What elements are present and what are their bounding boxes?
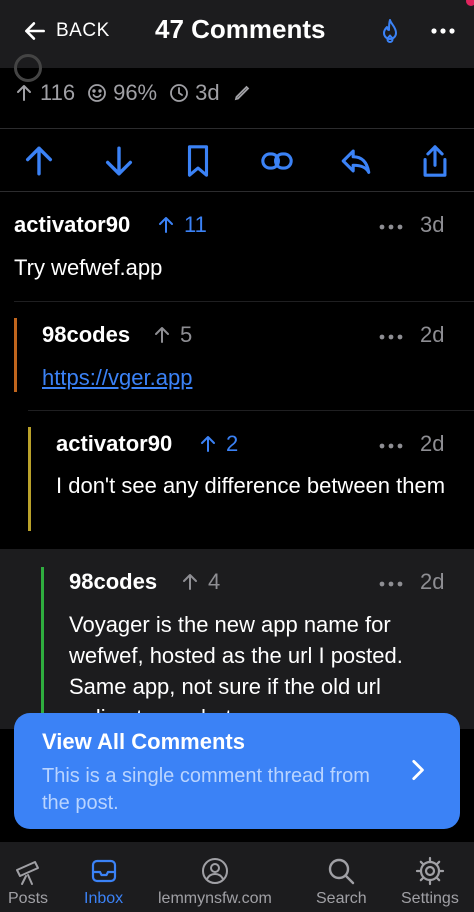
more-options-icon[interactable] <box>430 22 456 40</box>
clock-icon <box>170 84 189 102</box>
tab-profile[interactable]: lemmynsfw.com <box>158 856 272 908</box>
comment-score-value: 5 <box>180 322 193 347</box>
comment-score: 2 <box>198 431 238 457</box>
reply-icon <box>341 149 371 174</box>
comment-score-value: 2 <box>226 431 239 456</box>
post-age: 3d <box>195 80 220 105</box>
cta-title: View All Comments <box>42 729 245 754</box>
comment-score-value: 11 <box>184 212 207 237</box>
thread-depth-bar <box>41 567 44 729</box>
tab-settings[interactable]: Settings <box>401 856 459 908</box>
comment-item[interactable]: activator90 11 3d Try wefwef.app <box>0 192 474 302</box>
tab-label: Search <box>316 890 367 907</box>
comment-age: 2d <box>420 569 445 594</box>
arrow-up-icon <box>25 146 53 176</box>
comment-more-icon[interactable] <box>378 332 404 342</box>
notification-dot <box>466 0 474 6</box>
comment-item-highlighted[interactable]: 98codes 4 2d Voyager is the new app name… <box>0 549 474 729</box>
post-score: 116 <box>40 80 76 105</box>
inbox-icon <box>91 859 116 883</box>
comment-score: 5 <box>152 322 192 348</box>
gear-icon <box>415 856 445 886</box>
comment-more-icon[interactable] <box>378 222 404 232</box>
upvote-arrow-icon <box>159 217 173 233</box>
comment-score: 4 <box>180 569 220 595</box>
upvote-percentage: 96% <box>113 80 158 105</box>
upvote-button[interactable] <box>19 141 59 181</box>
view-all-comments-button[interactable]: View All Comments This is a single comme… <box>14 713 460 829</box>
copy-link-button[interactable] <box>257 141 297 181</box>
comment-more-icon[interactable] <box>378 441 404 451</box>
comment-author[interactable]: activator90 <box>56 431 172 457</box>
upvote-arrow-icon <box>183 574 197 590</box>
avatar <box>14 54 42 82</box>
comment-author[interactable]: 98codes <box>42 322 130 348</box>
page-title: 47 Comments <box>155 14 326 44</box>
comment-more-icon[interactable] <box>378 579 404 589</box>
bottom-tab-bar: Posts Inbox lemmynsfw.com Search Setting… <box>0 842 474 912</box>
comment-age: 3d <box>420 212 445 237</box>
upvote-arrow-icon <box>155 327 169 343</box>
flame-icon[interactable] <box>378 18 402 46</box>
upvote-arrow-icon <box>17 85 31 101</box>
thread-depth-bar <box>14 318 17 392</box>
profile-icon <box>201 858 228 884</box>
comment-body: I don't see any difference between them <box>56 473 446 498</box>
comment-item[interactable]: activator90 2 2d I don't see any differe… <box>0 411 474 549</box>
comment-age: 2d <box>420 322 445 347</box>
arrow-down-icon <box>105 146 133 176</box>
arrow-left-icon <box>25 22 45 40</box>
tab-label: Inbox <box>84 890 124 907</box>
top-nav-bar: BACK 47 Comments <box>0 0 474 68</box>
back-label: BACK <box>56 20 110 41</box>
comment-link[interactable]: https://vger.app <box>42 362 192 393</box>
back-button[interactable]: BACK <box>22 16 110 46</box>
telescope-icon <box>16 861 39 885</box>
comment-score: 11 <box>156 212 207 238</box>
cta-subtitle: This is a single comment thread from the… <box>42 765 370 814</box>
comment-body: Try wefwef.app <box>14 255 163 280</box>
chevron-right-icon <box>412 759 424 781</box>
tab-label: Posts <box>8 890 49 907</box>
post-stats: 116 96% 3d <box>14 80 252 106</box>
tab-inbox[interactable]: Inbox <box>84 856 123 908</box>
pencil-icon <box>234 85 249 101</box>
post-action-bar <box>0 128 474 192</box>
downvote-button[interactable] <box>99 141 139 181</box>
tab-label: lemmynsfw.com <box>158 890 272 907</box>
thread-depth-bar <box>28 427 31 531</box>
comment-author[interactable]: 98codes <box>69 569 157 595</box>
bookmark-button[interactable] <box>178 141 218 181</box>
tab-label: Settings <box>401 890 459 907</box>
upvote-arrow-icon <box>201 436 215 452</box>
comment-score-value: 4 <box>208 569 221 594</box>
comment-body: Voyager is the new app name for wefwef, … <box>69 612 403 729</box>
share-button[interactable] <box>415 141 455 181</box>
share-icon <box>423 145 447 177</box>
tab-search[interactable]: Search <box>316 856 367 908</box>
comment-age: 2d <box>420 431 445 456</box>
comment-item[interactable]: 98codes 5 2d https://vger.app <box>0 302 474 410</box>
reply-button[interactable] <box>336 141 376 181</box>
bookmark-icon <box>187 145 209 177</box>
tab-posts[interactable]: Posts <box>8 856 48 908</box>
smile-icon <box>88 84 106 102</box>
search-icon <box>329 858 355 885</box>
comment-author[interactable]: activator90 <box>14 212 130 238</box>
link-icon <box>261 152 293 170</box>
